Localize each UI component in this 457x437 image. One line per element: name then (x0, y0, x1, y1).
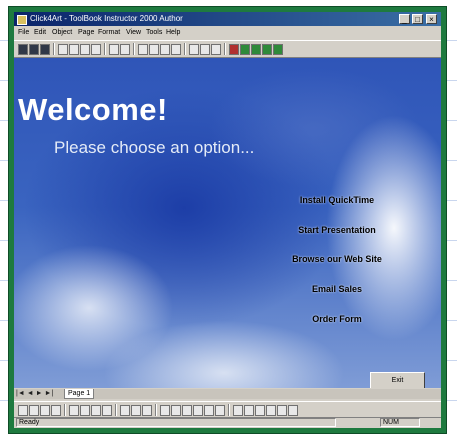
palette-icon[interactable] (229, 44, 239, 55)
tool-icon[interactable] (171, 44, 181, 55)
menu-edit[interactable]: Edit (34, 27, 46, 39)
print-icon[interactable] (58, 44, 68, 55)
tool-icon[interactable] (29, 405, 39, 416)
option-email-sales[interactable]: Email Sales (262, 284, 412, 294)
menu-file[interactable]: File (18, 27, 29, 39)
page-tab-bar: |◄ ◄ ► ►| Page 1 (14, 389, 441, 399)
palette-icon[interactable] (273, 44, 283, 55)
tool-icon[interactable] (138, 44, 148, 55)
title-bar[interactable]: Click4Art - ToolBook Instructor 2000 Aut… (14, 12, 441, 26)
tool-icon[interactable] (160, 405, 170, 416)
tab-page-1[interactable]: Page 1 (64, 389, 95, 399)
menu-view[interactable]: View (126, 27, 141, 39)
tool-icon[interactable] (193, 405, 203, 416)
page-subtitle: Please choose an option... (54, 138, 255, 157)
option-start-presentation[interactable]: Start Presentation (262, 225, 412, 235)
menu-format[interactable]: Format (98, 27, 120, 39)
status-bar: Ready NUM (14, 417, 441, 428)
new-icon[interactable] (18, 44, 28, 55)
tool-icon[interactable] (266, 405, 276, 416)
close-button[interactable]: × (426, 14, 437, 24)
tool-icon[interactable] (69, 405, 79, 416)
save-icon[interactable] (40, 44, 50, 55)
zoom-icon[interactable] (189, 44, 199, 55)
tool-icon[interactable] (91, 405, 101, 416)
window-title: Click4Art - ToolBook Instructor 2000 Aut… (30, 14, 183, 23)
palette-icon[interactable] (251, 44, 261, 55)
status-num-indicator: NUM (380, 418, 420, 427)
tool-icon[interactable] (18, 405, 28, 416)
menu-page[interactable]: Page (78, 27, 94, 39)
tool-icon[interactable] (149, 44, 159, 55)
tool-icon[interactable] (277, 405, 287, 416)
menu-tools[interactable]: Tools (146, 27, 162, 39)
tool-icon[interactable] (288, 405, 298, 416)
tool-icon[interactable] (255, 405, 265, 416)
cut-icon[interactable] (69, 44, 79, 55)
tool-icon[interactable] (244, 405, 254, 416)
tool-icon[interactable] (131, 405, 141, 416)
tool-icon[interactable] (51, 405, 61, 416)
option-browse-web-site[interactable]: Browse our Web Site (262, 254, 412, 264)
maximize-button[interactable]: □ (412, 14, 423, 24)
page-title: Welcome! (18, 92, 168, 127)
drawing-toolbar (14, 401, 441, 418)
menu-object[interactable]: Object (52, 27, 72, 39)
tool-icon[interactable] (204, 405, 214, 416)
palette-icon[interactable] (240, 44, 250, 55)
option-install-quicktime[interactable]: Install QuickTime (262, 195, 412, 205)
tool-icon[interactable] (80, 405, 90, 416)
tool-icon[interactable] (102, 405, 112, 416)
app-window: Click4Art - ToolBook Instructor 2000 Aut… (14, 12, 441, 428)
open-icon[interactable] (29, 44, 39, 55)
tool-icon[interactable] (200, 44, 210, 55)
tool-icon[interactable] (142, 405, 152, 416)
tool-icon[interactable] (233, 405, 243, 416)
tool-icon[interactable] (171, 405, 181, 416)
tool-icon[interactable] (160, 44, 170, 55)
tool-icon[interactable] (40, 405, 50, 416)
redo-icon[interactable] (120, 44, 130, 55)
undo-icon[interactable] (109, 44, 119, 55)
paste-icon[interactable] (91, 44, 101, 55)
palette-icon[interactable] (262, 44, 272, 55)
menu-bar: File Edit Object Page Format View Tools … (14, 27, 441, 39)
status-text: Ready (16, 418, 336, 427)
exit-button[interactable]: Exit (370, 372, 425, 388)
menu-help[interactable]: Help (166, 27, 180, 39)
tool-icon[interactable] (182, 405, 192, 416)
help-icon[interactable] (211, 44, 221, 55)
copy-icon[interactable] (80, 44, 90, 55)
screenshot-frame: Click4Art - ToolBook Instructor 2000 Aut… (8, 6, 447, 434)
tool-icon[interactable] (215, 405, 225, 416)
presentation-page: Welcome! Please choose an option... Inst… (14, 58, 441, 388)
main-toolbar (14, 40, 441, 58)
app-icon (17, 15, 27, 25)
tool-icon[interactable] (120, 405, 130, 416)
page-navigation-arrows[interactable]: |◄ ◄ ► ►| (16, 389, 53, 399)
option-order-form[interactable]: Order Form (262, 314, 412, 324)
minimize-button[interactable]: _ (399, 14, 410, 24)
